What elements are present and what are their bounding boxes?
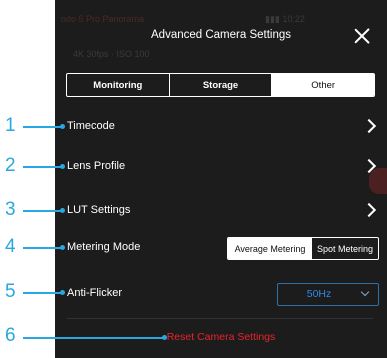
background-camera-battery: ▮▮▮ 10:22 xyxy=(265,14,305,24)
lut-settings-label: LUT Settings xyxy=(67,204,131,216)
anti-flicker-value: 50Hz xyxy=(306,288,332,300)
divider xyxy=(67,318,373,319)
average-metering-option[interactable]: Average Metering xyxy=(228,238,312,259)
tab-monitoring[interactable]: Monitoring xyxy=(67,74,169,96)
callout-dot xyxy=(162,335,167,340)
metering-mode-label: Metering Mode xyxy=(67,241,141,253)
callout-leader-line xyxy=(23,337,163,339)
background-camera-status: ndo 5 Pro Panorama xyxy=(61,14,145,24)
callout-number: 3 xyxy=(5,199,16,220)
callout-dot xyxy=(60,290,65,295)
tab-storage[interactable]: Storage xyxy=(168,74,272,96)
callout-dot xyxy=(60,245,65,250)
page-title: Advanced Camera Settings xyxy=(151,29,291,41)
callout-number: 1 xyxy=(5,115,16,136)
timecode-label: Timecode xyxy=(67,120,115,132)
callout-leader-line xyxy=(23,247,61,249)
callout-number: 5 xyxy=(5,281,16,302)
chevron-right-icon xyxy=(361,158,377,174)
callout-dot xyxy=(60,124,65,129)
lens-profile-row[interactable]: Lens Profile xyxy=(55,153,387,179)
chevron-right-icon xyxy=(361,202,377,218)
anti-flicker-select[interactable]: 50Hz xyxy=(277,283,379,306)
callout-leader-line xyxy=(23,166,61,168)
tab-other[interactable]: Other xyxy=(271,74,374,96)
anti-flicker-label: Anti-Flicker xyxy=(67,287,123,299)
callout-number: 6 xyxy=(5,325,16,346)
callout-leader-line xyxy=(23,210,61,212)
metering-mode-selector: Average Metering Spot Metering xyxy=(227,237,379,260)
lens-profile-label: Lens Profile xyxy=(67,160,126,172)
callout-number: 2 xyxy=(5,155,16,176)
spot-metering-option[interactable]: Spot Metering xyxy=(312,238,378,259)
chevron-right-icon xyxy=(361,118,377,134)
close-button[interactable] xyxy=(353,27,371,45)
callout-leader-line xyxy=(23,126,61,128)
background-camera-readout: 4K 30fps · ISO 100 xyxy=(73,49,150,59)
callout-dot xyxy=(60,164,65,169)
callout-leader-line xyxy=(23,292,61,294)
timecode-row[interactable]: Timecode xyxy=(55,113,387,139)
callout-dot xyxy=(60,208,65,213)
lut-settings-row[interactable]: LUT Settings xyxy=(55,197,387,223)
settings-tabs: Monitoring Storage Other xyxy=(66,73,375,97)
callout-number: 4 xyxy=(5,236,16,257)
chevron-down-icon xyxy=(360,287,370,297)
advanced-camera-settings-panel: ndo 5 Pro Panorama 4K 30fps · ISO 100 ▮▮… xyxy=(55,0,387,358)
